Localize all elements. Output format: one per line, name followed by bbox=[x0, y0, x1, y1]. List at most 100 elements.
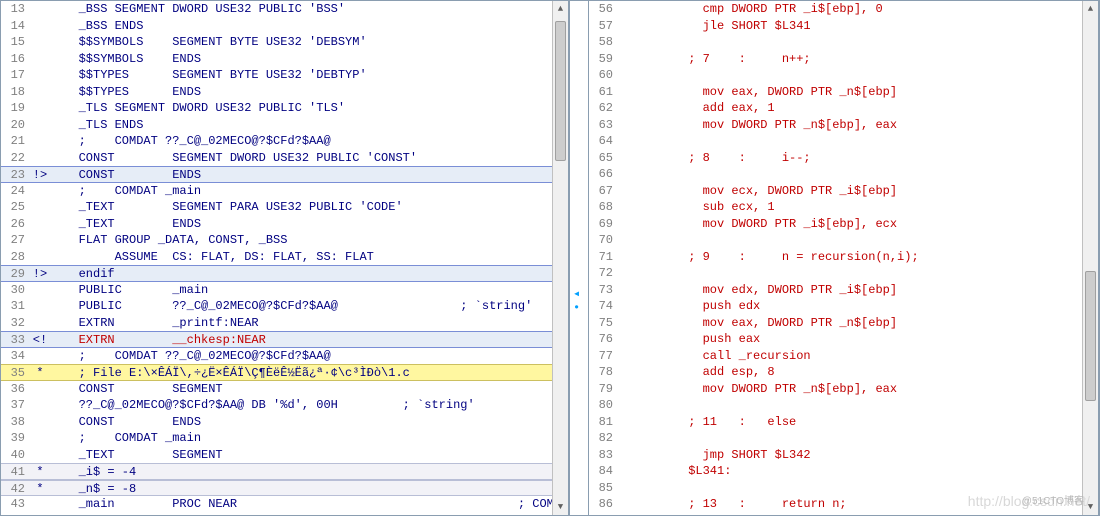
code-text: EXTRN __chkesp:NEAR bbox=[51, 332, 568, 347]
scroll-down-icon[interactable]: ▼ bbox=[1083, 499, 1098, 515]
code-line[interactable]: 65 ; 8 : i--; bbox=[589, 150, 1098, 167]
code-line[interactable]: 18 $$TYPES ENDS bbox=[1, 84, 568, 101]
code-line[interactable]: 77 call _recursion bbox=[589, 348, 1098, 365]
code-line[interactable]: 62 add eax, 1 bbox=[589, 100, 1098, 117]
code-line[interactable]: 13 _BSS SEGMENT DWORD USE32 PUBLIC 'BSS' bbox=[1, 1, 568, 18]
code-line[interactable]: 30 PUBLIC _main bbox=[1, 282, 568, 299]
code-line[interactable]: 74 push edx bbox=[589, 298, 1098, 315]
line-number: 39 bbox=[1, 430, 29, 446]
code-line[interactable]: 34 ; COMDAT ??_C@_02MECO@?$CFd?$AA@ bbox=[1, 348, 568, 365]
line-number: 82 bbox=[589, 430, 617, 446]
scroll-down-icon[interactable]: ▼ bbox=[553, 499, 568, 515]
code-line[interactable]: 71 ; 9 : n = recursion(n,i); bbox=[589, 249, 1098, 266]
diff-marker bbox=[617, 117, 639, 133]
code-line[interactable]: 59 ; 7 : n++; bbox=[589, 51, 1098, 68]
code-line[interactable]: 82 bbox=[589, 430, 1098, 447]
code-line[interactable]: 31 PUBLIC ??_C@_02MECO@?$CFd?$AA@ ; `str… bbox=[1, 298, 568, 315]
diff-marker bbox=[617, 414, 639, 430]
code-line[interactable]: 16 $$SYMBOLS ENDS bbox=[1, 51, 568, 68]
code-line[interactable]: 61 mov eax, DWORD PTR _n$[ebp] bbox=[589, 84, 1098, 101]
diff-marker bbox=[29, 199, 51, 215]
code-line[interactable]: 36 CONST SEGMENT bbox=[1, 381, 568, 398]
code-line[interactable]: 20 _TLS ENDS bbox=[1, 117, 568, 134]
line-number: 77 bbox=[589, 348, 617, 364]
right-scrollbar[interactable]: ▲ ▼ bbox=[1082, 1, 1098, 515]
code-line[interactable]: 41* _i$ = -4 bbox=[1, 463, 568, 480]
code-line[interactable]: 27 FLAT GROUP _DATA, CONST, _BSS bbox=[1, 232, 568, 249]
code-line[interactable]: 26 _TEXT ENDS bbox=[1, 216, 568, 233]
left-scrollbar-thumb[interactable] bbox=[555, 21, 566, 161]
right-scrollbar-thumb[interactable] bbox=[1085, 271, 1096, 401]
line-number: 60 bbox=[589, 67, 617, 83]
code-line[interactable]: 28 ASSUME CS: FLAT, DS: FLAT, SS: FLAT bbox=[1, 249, 568, 266]
scroll-up-icon[interactable]: ▲ bbox=[553, 1, 568, 17]
code-text: PUBLIC _main bbox=[51, 282, 568, 298]
code-line[interactable]: 80 bbox=[589, 397, 1098, 414]
right-code-area[interactable]: 56 cmp DWORD PTR _i$[ebp], 057 jle SHORT… bbox=[589, 1, 1098, 515]
line-number: 44 bbox=[1, 513, 29, 516]
merge-arrow-icon[interactable]: ◂ bbox=[573, 286, 580, 301]
code-line[interactable]: 37 ??_C@_02MECO@?$CFd?$AA@ DB '%d', 00H … bbox=[1, 397, 568, 414]
code-line[interactable]: 81 ; 11 : else bbox=[589, 414, 1098, 431]
code-line[interactable]: 44 bbox=[1, 513, 568, 516]
code-line[interactable]: 14 _BSS ENDS bbox=[1, 18, 568, 35]
code-line[interactable]: 66 bbox=[589, 166, 1098, 183]
code-line[interactable]: 57 jle SHORT $L341 bbox=[589, 18, 1098, 35]
code-line[interactable]: 56 cmp DWORD PTR _i$[ebp], 0 bbox=[589, 1, 1098, 18]
code-line[interactable]: 87 bbox=[589, 513, 1098, 516]
code-text: mov eax, DWORD PTR _n$[ebp] bbox=[639, 315, 1098, 331]
code-line[interactable]: 60 bbox=[589, 67, 1098, 84]
merge-arrow-icon[interactable]: • bbox=[573, 301, 580, 315]
line-number: 73 bbox=[589, 282, 617, 298]
left-code-area[interactable]: 13 _BSS SEGMENT DWORD USE32 PUBLIC 'BSS'… bbox=[1, 1, 568, 515]
code-line[interactable]: 24 ; COMDAT _main bbox=[1, 183, 568, 200]
code-line[interactable]: 75 mov eax, DWORD PTR _n$[ebp] bbox=[589, 315, 1098, 332]
code-text: _TLS SEGMENT DWORD USE32 PUBLIC 'TLS' bbox=[51, 100, 568, 116]
code-line[interactable]: 33<! EXTRN __chkesp:NEAR bbox=[1, 331, 568, 348]
code-line[interactable]: 76 push eax bbox=[589, 331, 1098, 348]
code-line[interactable]: 35* ; File E:\×ÊÁÏ\,÷¿Ë×ÊÁÏ\Ç¶ÈëÊ½Ëã¿ª·¢… bbox=[1, 364, 568, 381]
code-line[interactable]: 32 EXTRN _printf:NEAR bbox=[1, 315, 568, 332]
code-line[interactable]: 83 jmp SHORT $L342 bbox=[589, 447, 1098, 464]
code-text: mov eax, DWORD PTR _n$[ebp] bbox=[639, 84, 1098, 100]
diff-marker bbox=[617, 447, 639, 463]
code-line[interactable]: 58 bbox=[589, 34, 1098, 51]
code-line[interactable]: 29!> endif bbox=[1, 265, 568, 282]
code-line[interactable]: 67 mov ecx, DWORD PTR _i$[ebp] bbox=[589, 183, 1098, 200]
diff-marker: * bbox=[29, 365, 51, 380]
code-line[interactable]: 72 bbox=[589, 265, 1098, 282]
line-number: 25 bbox=[1, 199, 29, 215]
scroll-up-icon[interactable]: ▲ bbox=[1083, 1, 1098, 17]
diff-marker bbox=[29, 249, 51, 265]
code-line[interactable]: 19 _TLS SEGMENT DWORD USE32 PUBLIC 'TLS' bbox=[1, 100, 568, 117]
code-line[interactable]: 43 _main PROC NEAR ; COMDAT bbox=[1, 496, 568, 513]
code-line[interactable]: 21 ; COMDAT ??_C@_02MECO@?$CFd?$AA@ bbox=[1, 133, 568, 150]
code-line[interactable]: 17 $$TYPES SEGMENT BYTE USE32 'DEBTYP' bbox=[1, 67, 568, 84]
code-line[interactable]: 79 mov DWORD PTR _n$[ebp], eax bbox=[589, 381, 1098, 398]
code-line[interactable]: 40 _TEXT SEGMENT bbox=[1, 447, 568, 464]
code-line[interactable]: 70 bbox=[589, 232, 1098, 249]
code-line[interactable]: 64 bbox=[589, 133, 1098, 150]
code-line[interactable]: 42* _n$ = -8 bbox=[1, 480, 568, 497]
left-scrollbar[interactable]: ▲ ▼ bbox=[552, 1, 568, 515]
line-number: 62 bbox=[589, 100, 617, 116]
line-number: 71 bbox=[589, 249, 617, 265]
code-line[interactable]: 23!> CONST ENDS bbox=[1, 166, 568, 183]
code-text: ; 7 : n++; bbox=[639, 51, 1098, 67]
code-line[interactable]: 39 ; COMDAT _main bbox=[1, 430, 568, 447]
code-line[interactable]: 63 mov DWORD PTR _n$[ebp], eax bbox=[589, 117, 1098, 134]
code-line[interactable]: 69 mov DWORD PTR _i$[ebp], ecx bbox=[589, 216, 1098, 233]
code-line[interactable]: 78 add esp, 8 bbox=[589, 364, 1098, 381]
code-text bbox=[51, 513, 568, 516]
code-line[interactable]: 68 sub ecx, 1 bbox=[589, 199, 1098, 216]
diff-gutter: ◂• bbox=[569, 1, 589, 515]
code-line[interactable]: 73 mov edx, DWORD PTR _i$[ebp] bbox=[589, 282, 1098, 299]
code-line[interactable]: 22 CONST SEGMENT DWORD USE32 PUBLIC 'CON… bbox=[1, 150, 568, 167]
code-line[interactable]: 15 $$SYMBOLS SEGMENT BYTE USE32 'DEBSYM' bbox=[1, 34, 568, 51]
diff-marker bbox=[617, 67, 639, 83]
code-line[interactable]: 38 CONST ENDS bbox=[1, 414, 568, 431]
code-line[interactable]: 25 _TEXT SEGMENT PARA USE32 PUBLIC 'CODE… bbox=[1, 199, 568, 216]
code-text: sub ecx, 1 bbox=[639, 199, 1098, 215]
line-number: 87 bbox=[589, 513, 617, 516]
code-line[interactable]: 84 $L341: bbox=[589, 463, 1098, 480]
